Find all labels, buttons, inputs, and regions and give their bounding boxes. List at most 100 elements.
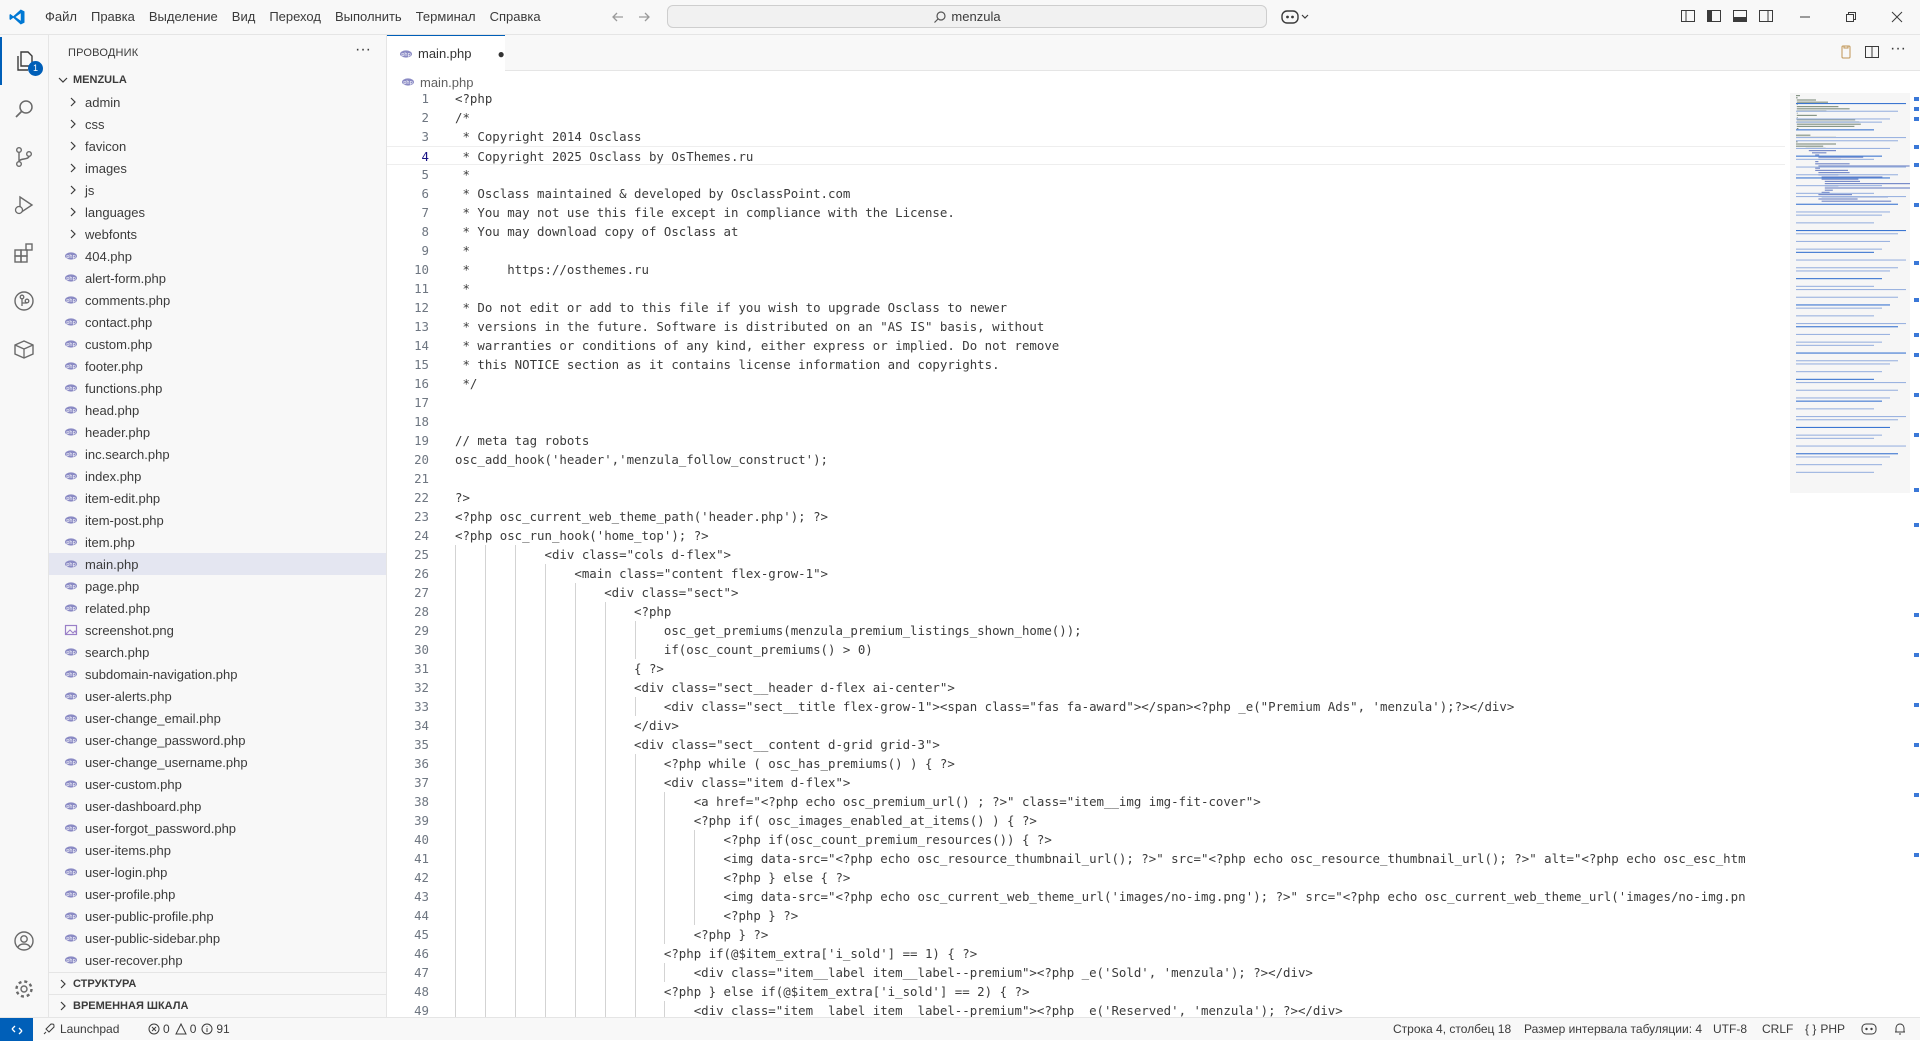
code-line[interactable]: 31 { ?> bbox=[387, 659, 1785, 678]
explorer-button[interactable]: 1 bbox=[0, 37, 48, 85]
minimize-button[interactable] bbox=[1782, 0, 1828, 34]
command-center-search[interactable]: menzula bbox=[667, 5, 1267, 28]
code-line[interactable]: 34 </div> bbox=[387, 716, 1785, 735]
code-line[interactable]: 39 <?php if( osc_images_enabled_at_items… bbox=[387, 811, 1785, 830]
code-line[interactable]: 16 */ bbox=[387, 374, 1785, 393]
code-line[interactable]: 19 // meta tag robots bbox=[387, 431, 1785, 450]
minimap[interactable] bbox=[1790, 93, 1920, 1017]
code-line[interactable]: 7 * You may not use this file except in … bbox=[387, 203, 1785, 222]
tree-file[interactable]: php item-post.php bbox=[49, 509, 386, 531]
arrow-right-icon[interactable] bbox=[634, 7, 654, 27]
code-line[interactable]: 4 * Copyright 2025 Osclass by OsThemes.r… bbox=[387, 146, 1785, 165]
search-button[interactable] bbox=[0, 85, 48, 133]
outline-panel-header[interactable]: СТРУКТУРА bbox=[49, 972, 386, 995]
code-line[interactable]: 45 <?php } ?> bbox=[387, 925, 1785, 944]
code-line[interactable]: 6 * Osclass maintained & developed by Os… bbox=[387, 184, 1785, 203]
code-line[interactable]: 38 <a href="<?php echo osc_premium_url()… bbox=[387, 792, 1785, 811]
indentation[interactable]: Размер интервала табуляции: 4 bbox=[1524, 1018, 1702, 1040]
tree-folder[interactable]: admin bbox=[49, 91, 386, 113]
code-line[interactable]: 2 /* bbox=[387, 108, 1785, 127]
code-line[interactable]: 28 <?php bbox=[387, 602, 1785, 621]
menu-selection[interactable]: Выделение bbox=[142, 0, 225, 34]
arrow-left-icon[interactable] bbox=[608, 7, 628, 27]
tree-file[interactable]: php user-custom.php bbox=[49, 773, 386, 795]
tree-file[interactable]: php user-recover.php bbox=[49, 949, 386, 971]
tree-file[interactable]: php user-login.php bbox=[49, 861, 386, 883]
code-line[interactable]: 18 bbox=[387, 412, 1785, 431]
menu-run[interactable]: Выполнить bbox=[328, 0, 409, 34]
toggle-secondary-sidebar-icon[interactable] bbox=[1758, 8, 1774, 24]
code-line[interactable]: 40 <?php if(osc_count_premium_resources(… bbox=[387, 830, 1785, 849]
tree-file[interactable]: php contact.php bbox=[49, 311, 386, 333]
menu-view[interactable]: Вид bbox=[225, 0, 263, 34]
notifications-button[interactable] bbox=[1893, 1018, 1907, 1040]
customize-layout-icon[interactable] bbox=[1680, 8, 1696, 24]
settings-button[interactable] bbox=[0, 965, 48, 1013]
code-line[interactable]: 3 * Copyright 2014 Osclass bbox=[387, 127, 1785, 146]
editor-more-actions-icon[interactable]: ··· bbox=[1890, 40, 1906, 58]
tree-file[interactable]: php alert-form.php bbox=[49, 267, 386, 289]
code-line[interactable]: 8 * You may download copy of Osclass at bbox=[387, 222, 1785, 241]
line-endings[interactable]: CRLF bbox=[1762, 1018, 1793, 1040]
tree-file[interactable]: php header.php bbox=[49, 421, 386, 443]
open-changes-icon[interactable] bbox=[1838, 44, 1854, 60]
code-line[interactable]: 36 <?php while ( osc_has_premiums() ) { … bbox=[387, 754, 1785, 773]
tab-main-php[interactable]: php main.php ● bbox=[387, 35, 505, 71]
code-line[interactable]: 32 <div class="sect__header d-flex ai-ce… bbox=[387, 678, 1785, 697]
git-graph-button[interactable] bbox=[0, 277, 48, 325]
code-line[interactable]: 47 <div class="item__label item__label--… bbox=[387, 963, 1785, 982]
menu-terminal[interactable]: Терминал bbox=[409, 0, 483, 34]
timeline-panel-header[interactable]: ВРЕМЕННАЯ ШКАЛА bbox=[49, 994, 386, 1017]
code-line[interactable]: 22 ?> bbox=[387, 488, 1785, 507]
code-line[interactable]: 26 <main class="content flex-grow-1"> bbox=[387, 564, 1785, 583]
code-line[interactable]: 23 <?php osc_current_web_theme_path('head… bbox=[387, 507, 1785, 526]
code-line[interactable]: 21 bbox=[387, 469, 1785, 488]
code-line[interactable]: 12 * Do not edit or add to this file if … bbox=[387, 298, 1785, 317]
close-button[interactable] bbox=[1874, 0, 1920, 34]
tree-folder[interactable]: js bbox=[49, 179, 386, 201]
overview-ruler[interactable] bbox=[1912, 93, 1920, 1017]
code-line[interactable]: 43 <img data-src="<?php echo osc_current… bbox=[387, 887, 1785, 906]
tree-folder[interactable]: css bbox=[49, 113, 386, 135]
code-line[interactable]: 24 <?php osc_run_hook('home_top'); ?> bbox=[387, 526, 1785, 545]
accounts-button[interactable] bbox=[0, 917, 48, 965]
minimap-slider[interactable] bbox=[1790, 93, 1910, 493]
split-editor-icon[interactable] bbox=[1864, 44, 1880, 60]
tree-file[interactable]: php footer.php bbox=[49, 355, 386, 377]
tree-file[interactable]: php search.php bbox=[49, 641, 386, 663]
tree-file[interactable]: php user-change_username.php bbox=[49, 751, 386, 773]
code-line[interactable]: 15 * this NOTICE section as it contains … bbox=[387, 355, 1785, 374]
source-control-button[interactable] bbox=[0, 133, 48, 181]
more-actions-icon[interactable]: ··· bbox=[355, 41, 371, 59]
code-line[interactable]: 1 <?php bbox=[387, 93, 1785, 108]
tree-folder[interactable]: favicon bbox=[49, 135, 386, 157]
code-line[interactable]: 33 <div class="sect__title flex-grow-1">… bbox=[387, 697, 1785, 716]
tree-file[interactable]: php index.php bbox=[49, 465, 386, 487]
tree-folder[interactable]: languages bbox=[49, 201, 386, 223]
code-line[interactable]: 9 * bbox=[387, 241, 1785, 260]
tree-file[interactable]: php 404.php bbox=[49, 245, 386, 267]
launchpad-button[interactable]: Launchpad bbox=[42, 1018, 119, 1040]
tree-file[interactable]: php user-profile.php bbox=[49, 883, 386, 905]
copilot-button[interactable] bbox=[1280, 8, 1310, 29]
tree-folder[interactable]: images bbox=[49, 157, 386, 179]
code-line[interactable]: 46 <?php if(@$item_extra['i_sold'] == 1)… bbox=[387, 944, 1785, 963]
tree-file[interactable]: php user-alerts.php bbox=[49, 685, 386, 707]
tree-file[interactable]: php user-public-profile.php bbox=[49, 905, 386, 927]
code-line[interactable]: 13 * versions in the future. Software is… bbox=[387, 317, 1785, 336]
tree-file[interactable]: php item-edit.php bbox=[49, 487, 386, 509]
encoding[interactable]: UTF-8 bbox=[1713, 1018, 1747, 1040]
menu-help[interactable]: Справка bbox=[483, 0, 548, 34]
code-line[interactable]: 17 bbox=[387, 393, 1785, 412]
containers-button[interactable] bbox=[0, 325, 48, 373]
code-line[interactable]: 35 <div class="sect__content d-grid grid… bbox=[387, 735, 1785, 754]
menu-go[interactable]: Переход bbox=[262, 0, 328, 34]
cursor-position[interactable]: Строка 4, столбец 18 bbox=[1393, 1018, 1511, 1040]
tree-file[interactable]: screenshot.png bbox=[49, 619, 386, 641]
tree-file[interactable]: php functions.php bbox=[49, 377, 386, 399]
toggle-panel-icon[interactable] bbox=[1732, 8, 1748, 24]
code-line[interactable]: 44 <?php } ?> bbox=[387, 906, 1785, 925]
code-line[interactable]: 29 osc_get_premiums(menzula_premium_list… bbox=[387, 621, 1785, 640]
extensions-button[interactable] bbox=[0, 229, 48, 277]
copilot-status-button[interactable] bbox=[1861, 1018, 1877, 1040]
